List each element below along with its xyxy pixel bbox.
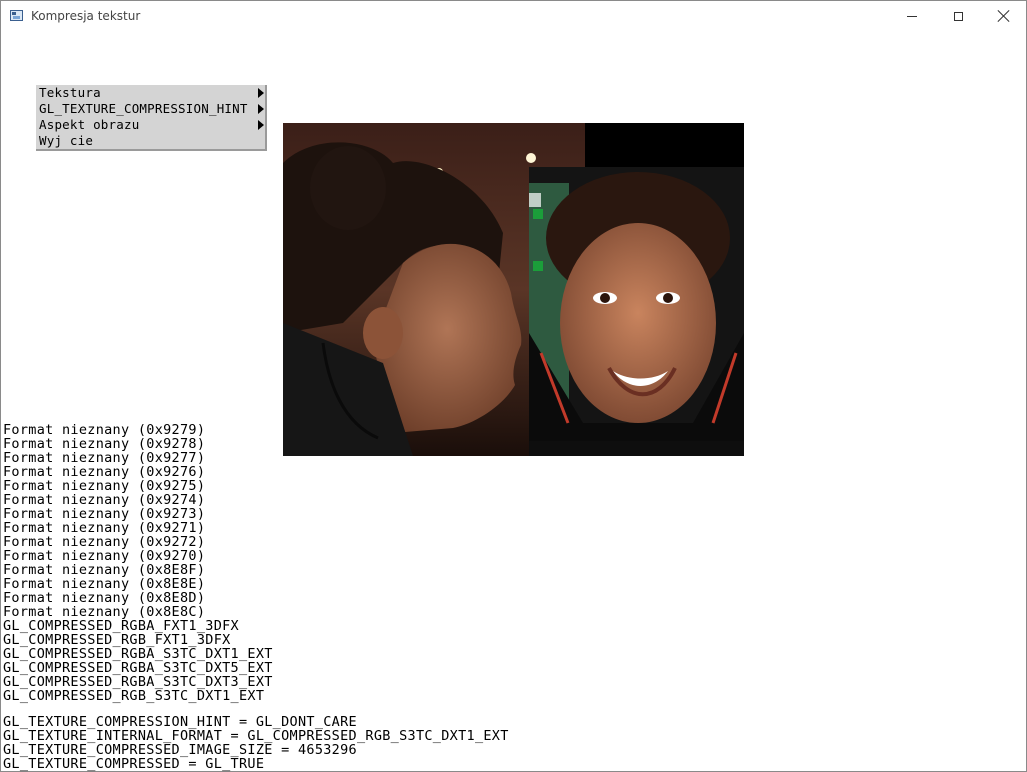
title-bar[interactable]: Kompresja tekstur [1, 1, 1026, 32]
close-button[interactable] [981, 1, 1027, 31]
format-line: GL_COMPRESSED_RGB_FXT1_3DFX [3, 632, 231, 648]
format-line: Format nieznany (0x9272) [3, 534, 206, 550]
format-line: Format nieznany (0x9271) [3, 520, 206, 536]
format-line: Format nieznany (0x9274) [3, 492, 206, 508]
format-line: Format nieznany (0x9279) [3, 422, 206, 438]
texture-image [283, 123, 744, 456]
menu-item-compression-hint[interactable]: GL_TEXTURE_COMPRESSION_HINT [39, 101, 248, 116]
format-line: Format nieznany (0x8E8E) [3, 576, 206, 592]
format-line: GL_COMPRESSED_RGBA_S3TC_DXT1_EXT [3, 646, 273, 662]
format-line: Format nieznany (0x9275) [3, 478, 206, 494]
submenu-arrow-icon [258, 120, 264, 130]
status-line: GL_TEXTURE_COMPRESSION_HINT = GL_DONT_CA… [3, 714, 357, 730]
format-line: GL_COMPRESSED_RGB_S3TC_DXT1_EXT [3, 688, 265, 704]
submenu-arrow-icon [258, 104, 264, 114]
format-line: Format nieznany (0x9278) [3, 436, 206, 452]
format-line: Format nieznany (0x9273) [3, 506, 206, 522]
minimize-button[interactable] [889, 1, 935, 31]
format-line: Format nieznany (0x9277) [3, 450, 206, 466]
maximize-icon [953, 11, 963, 21]
format-line: Format nieznany (0x9276) [3, 464, 206, 480]
maximize-button[interactable] [935, 1, 981, 31]
format-line: Format nieznany (0x8E8F) [3, 562, 206, 578]
menu-item-aspekt-obrazu[interactable]: Aspekt obrazu [39, 117, 139, 132]
app-window-icon[interactable] [10, 10, 23, 21]
format-line: Format nieznany (0x8E8D) [3, 590, 206, 606]
format-line: GL_COMPRESSED_RGBA_FXT1_3DFX [3, 618, 239, 634]
menu-item-wyjscie[interactable]: Wyj cie [39, 133, 93, 148]
status-line: GL_TEXTURE_COMPRESSED_IMAGE_SIZE = 46532… [3, 742, 357, 758]
format-line: Format nieznany (0x9270) [3, 548, 206, 564]
format-line: GL_COMPRESSED_RGBA_S3TC_DXT5_EXT [3, 660, 273, 676]
minimize-icon [907, 15, 917, 17]
status-line: GL_TEXTURE_INTERNAL_FORMAT = GL_COMPRESS… [3, 728, 509, 744]
format-line: GL_COMPRESSED_RGBA_S3TC_DXT3_EXT [3, 674, 273, 690]
status-line: GL_TEXTURE_COMPRESSED = GL_TRUE [3, 756, 265, 772]
submenu-arrow-icon [258, 88, 264, 98]
context-menu: Tekstura GL_TEXTURE_COMPRESSION_HINT Asp… [36, 85, 267, 151]
menu-item-tekstura[interactable]: Tekstura [39, 85, 101, 100]
close-icon [998, 10, 1010, 22]
window-title: Kompresja tekstur [31, 9, 141, 23]
format-line: Format nieznany (0x8E8C) [3, 604, 206, 620]
